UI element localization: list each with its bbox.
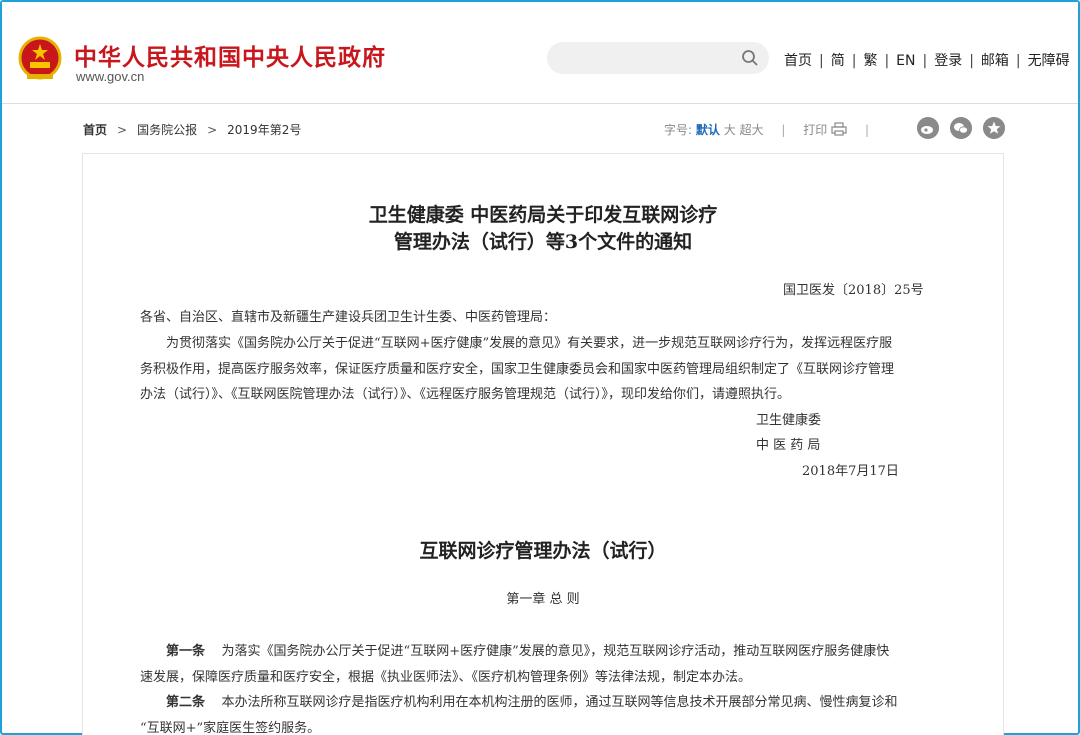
search-input[interactable] (547, 42, 769, 74)
document-number: 国卫医发〔2018〕25号 (783, 283, 924, 298)
nav-english-link[interactable]: EN (896, 53, 915, 69)
breadcrumb-gazette[interactable]: 国务院公报 (137, 123, 197, 137)
document-card: 卫生健康委 中医药局关于印发互联网诊疗 管理办法（试行）等3个文件的通知 国卫医… (82, 153, 1004, 735)
article-1-text: 为落实《国务院办公厅关于促进“互联网+医疗健康”发展的意见》，规范互联网诊疗活动… (221, 644, 890, 659)
divider: | (922, 53, 928, 69)
divider: | (781, 123, 786, 137)
top-nav-links: 首页 | 简 | 繁 | EN | 登录 | 邮箱 | 无障碍 (784, 50, 1070, 70)
site-header: 中华人民共和国中央人民政府 www.gov.cn 首页 | 简 | 繁 | EN | 登录 | 邮箱… (2, 2, 1078, 104)
breadcrumb-home[interactable]: 首页 (83, 123, 107, 137)
nav-accessibility-link[interactable]: 无障碍 (1028, 53, 1070, 69)
font-large-button[interactable]: 大 (724, 123, 736, 137)
nav-traditional-link[interactable]: 繁 (863, 53, 877, 69)
divider: | (819, 53, 824, 69)
nav-simplified-link[interactable]: 简 (831, 53, 845, 69)
weibo-icon[interactable] (917, 117, 939, 139)
nav-login-link[interactable]: 登录 (934, 53, 962, 69)
printer-icon[interactable] (831, 122, 847, 136)
divider: | (851, 53, 857, 69)
salutation: 各省、自治区、直辖市及新疆生产建设兵团卫生计生委、中医药管理局： (140, 310, 557, 325)
national-emblem-icon (18, 36, 62, 80)
chevron-right-icon: > (117, 123, 128, 137)
article-2-line: 第二条 本办法所称互联网诊疗是指医疗机构利用在本机构注册的医师，通过互联网等信息… (166, 691, 898, 710)
divider: | (1015, 53, 1021, 69)
article-1-label: 第一条 (166, 644, 206, 659)
article-1-line: 第一条 为落实《国务院办公厅关于促进“互联网+医疗健康”发展的意见》，规范互联网… (166, 640, 889, 659)
body-paragraph-line: 办法（试行）》、《互联网医院管理办法（试行）》、《远程医疗服务管理规范（试行）》… (140, 387, 791, 402)
breadcrumb: 首页 > 国务院公报 >2019年第2号 (83, 121, 301, 138)
chapter-heading: 第一章 总 则 (506, 592, 580, 607)
document-date: 2018年7月17日 (802, 464, 899, 479)
article-2-label: 第二条 (166, 695, 206, 710)
print-button[interactable]: 打印 (803, 123, 827, 137)
article-2-continued: “互联网+”家庭医生签约服务。 (140, 721, 321, 735)
signer-health-commission: 卫生健康委 (756, 413, 822, 428)
signer-tcm-bureau: 中 医 药 局 (756, 438, 821, 453)
divider: | (969, 53, 974, 69)
article-toolbar: 字号: 默认 大 超大 | 打印 | (664, 121, 883, 138)
breadcrumb-issue[interactable]: 2019年第2号 (227, 123, 301, 137)
font-default-button[interactable]: 默认 (696, 123, 720, 137)
body-paragraph-line: 务积极作用，提高医疗服务效率，保证医疗质量和医疗安全，国家卫生健康委员会和国家中… (140, 362, 895, 377)
font-size-label: 字号: (664, 123, 693, 137)
body-paragraph-line: 为贯彻落实《国务院办公厅关于促进“互联网+医疗健康”发展的意见》有关要求，进一步… (166, 336, 893, 351)
nav-home-link[interactable]: 首页 (784, 53, 812, 69)
wechat-icon[interactable] (950, 117, 972, 139)
divider: | (884, 53, 890, 69)
chevron-right-icon: > (207, 123, 218, 137)
article-1-continued: 速发展，保障医疗质量和医疗安全，根据《执业医师法》、《医疗机构管理条例》等法律法… (140, 670, 752, 685)
section-title: 互联网诊疗管理办法（试行） (419, 540, 667, 562)
nav-mail-link[interactable]: 邮箱 (981, 53, 1009, 69)
site-title[interactable]: 中华人民共和国中央人民政府 (74, 38, 386, 72)
font-xlarge-button[interactable]: 超大 (740, 123, 764, 137)
site-url[interactable]: www.gov.cn (76, 69, 144, 84)
divider: | (864, 123, 869, 137)
document-title-line1: 卫生健康委 中医药局关于印发互联网诊疗 (368, 204, 718, 226)
favorite-icon[interactable] (983, 117, 1005, 139)
article-2-text: 本办法所称互联网诊疗是指医疗机构利用在本机构注册的医师，通过互联网等信息技术开展… (221, 695, 898, 710)
search-icon[interactable] (741, 49, 759, 67)
document-title-line2: 管理办法（试行）等3个文件的通知 (393, 231, 693, 253)
